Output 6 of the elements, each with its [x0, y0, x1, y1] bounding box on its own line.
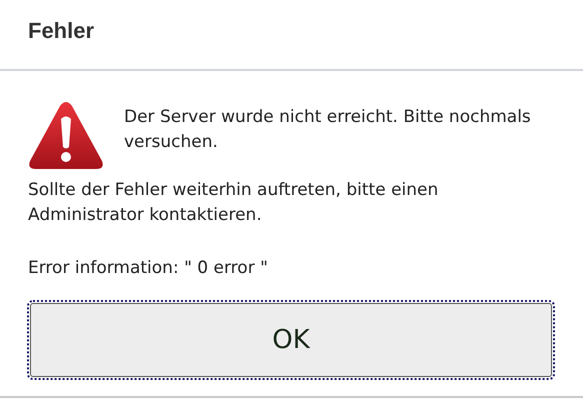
- dialog-title: Fehler: [28, 18, 96, 44]
- warning-icon: [28, 101, 104, 171]
- error-message: Der Server wurde nicht erreicht. Bitte nochmals versuchen.: [123, 106, 532, 154]
- hint-text: Sollte der Fehler weiterhin auftreten, bitte einen Administrator kontaktieren.: [28, 179, 440, 227]
- error-details: Error information: " 0 error ": [28, 257, 269, 280]
- ok-button[interactable]: OK: [30, 303, 552, 377]
